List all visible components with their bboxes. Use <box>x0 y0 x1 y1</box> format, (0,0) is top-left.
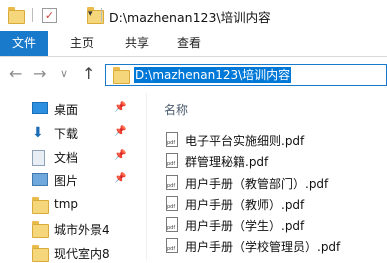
customize-toolbar-dropdown-icon[interactable]: ▾ <box>88 9 93 19</box>
file-name: 电子平台实施细则.pdf <box>185 134 305 148</box>
window-title: D:\mazhenan123\培训内容 <box>109 10 271 25</box>
folder-icon <box>32 221 49 238</box>
file-name: 用户手册（学校管理员）.pdf <box>185 240 341 254</box>
forward-arrow-icon[interactable]: → <box>33 65 46 83</box>
nav-item-label: 城市外景4 <box>54 223 110 237</box>
address-input[interactable]: D:\mazhenan123\培训内容 <box>105 64 387 86</box>
address-bar-row: ← → ∨ ↑ D:\mazhenan123\培训内容 <box>0 57 387 93</box>
title-bar: ✓ ▾ D:\mazhenan123\培训内容 <box>0 0 387 31</box>
nav-item-documents[interactable]: 文档 📌 <box>30 147 140 167</box>
pdf-file-icon <box>166 196 178 211</box>
pin-icon[interactable]: 📌 <box>114 173 126 184</box>
pdf-file-icon <box>166 132 178 147</box>
pin-icon[interactable]: 📌 <box>114 126 126 137</box>
folder-icon <box>32 197 49 214</box>
nav-item-label: tmp <box>54 197 79 211</box>
ribbon: 文件 主页 共享 查看 <box>0 31 387 57</box>
desktop-icon <box>32 102 48 114</box>
nav-item-desktop[interactable]: 桌面 📌 <box>30 99 140 119</box>
address-path[interactable]: D:\mazhenan123\培训内容 <box>134 67 292 83</box>
recent-locations-chevron-icon[interactable]: ∨ <box>60 65 68 83</box>
back-arrow-icon[interactable]: ← <box>9 65 22 83</box>
documents-icon <box>32 150 45 166</box>
toolbar-divider <box>32 8 33 22</box>
nav-item-pictures[interactable]: 图片 📌 <box>30 170 140 190</box>
folder-icon[interactable] <box>8 7 25 24</box>
tab-file[interactable]: 文件 <box>0 31 48 56</box>
nav-item-label: 现代室内8 <box>54 247 110 261</box>
nav-item-city-exterior-4[interactable]: 城市外景4 <box>30 219 140 239</box>
pdf-file-icon <box>166 153 178 168</box>
nav-item-label: 桌面 <box>54 103 79 117</box>
pin-icon[interactable]: 📌 <box>114 150 126 161</box>
file-name: 用户手册（学生）.pdf <box>185 219 305 233</box>
pictures-icon <box>32 173 48 186</box>
nav-item-modern-interior-8[interactable]: 现代室内8 <box>30 243 140 263</box>
toolbar-divider <box>101 8 102 22</box>
pdf-file-icon <box>166 238 178 253</box>
nav-item-label: 下载 <box>54 127 79 141</box>
pdf-file-icon <box>166 175 178 190</box>
tab-home[interactable]: 主页 <box>58 31 106 56</box>
nav-item-label: 文档 <box>54 151 79 165</box>
tab-share[interactable]: 共享 <box>113 31 161 56</box>
file-row[interactable]: 用户手册（教管部门）.pdf <box>166 174 387 193</box>
pdf-file-icon <box>166 217 178 232</box>
properties-icon[interactable]: ✓ <box>42 8 57 23</box>
download-icon: ⬇ <box>32 125 44 141</box>
navigation-pane: 桌面 📌 ⬇ 下载 📌 文档 📌 图片 📌 tmp 城市外景4 现代室内8 <box>0 93 140 263</box>
pin-icon[interactable]: 📌 <box>114 102 126 113</box>
column-header-name[interactable]: 名称 <box>164 101 188 118</box>
file-row[interactable]: 用户手册（教师）.pdf <box>166 195 387 214</box>
tab-view[interactable]: 查看 <box>165 31 213 56</box>
up-arrow-icon[interactable]: ↑ <box>82 65 95 83</box>
file-row[interactable]: 用户手册（学生）.pdf <box>166 216 387 235</box>
file-name: 用户手册（教师）.pdf <box>185 198 305 212</box>
file-row[interactable]: 群管理秘籍.pdf <box>166 152 387 171</box>
file-row[interactable]: 电子平台实施细则.pdf <box>166 131 387 150</box>
file-name: 用户手册（教管部门）.pdf <box>185 177 329 191</box>
nav-item-downloads[interactable]: ⬇ 下载 📌 <box>30 123 140 143</box>
nav-item-tmp[interactable]: tmp <box>30 195 140 215</box>
folder-icon <box>113 67 130 84</box>
file-name: 群管理秘籍.pdf <box>185 155 269 169</box>
file-row[interactable]: 用户手册（学校管理员）.pdf <box>166 237 387 256</box>
pane-divider[interactable] <box>146 93 147 260</box>
nav-item-label: 图片 <box>54 174 79 188</box>
